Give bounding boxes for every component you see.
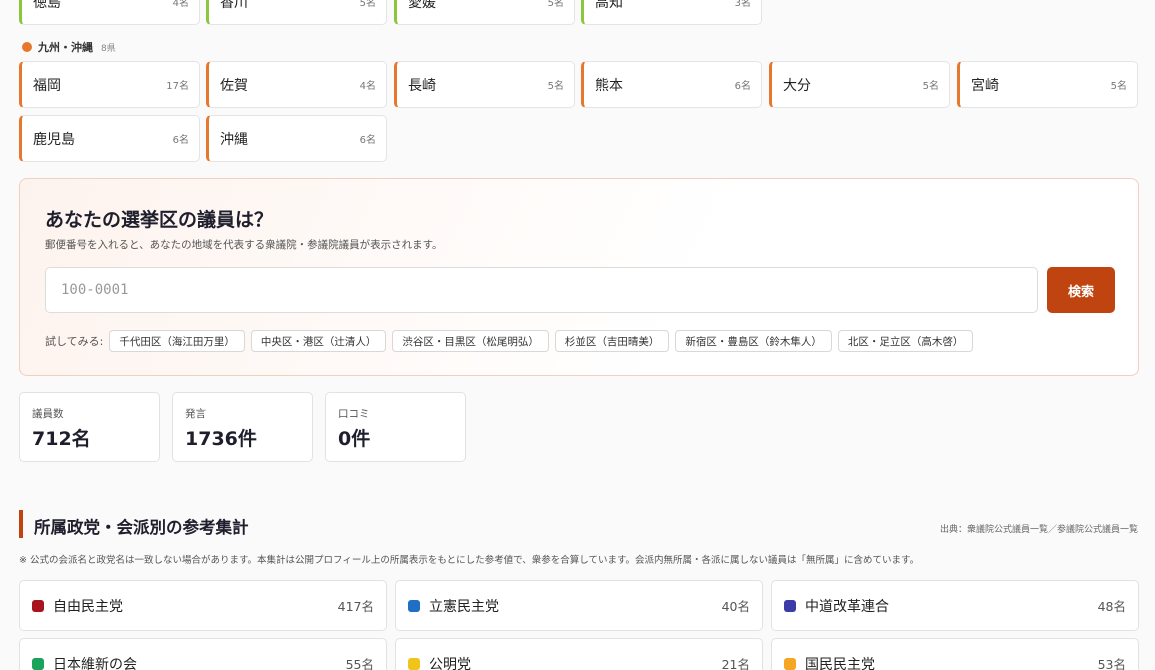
section-source: 出典：衆議院公式議員一覧／参議院公式議員一覧	[939, 525, 1138, 535]
region-count: 8県	[101, 43, 116, 54]
party-color-icon	[784, 599, 796, 612]
party-card-ldp[interactable]: 自由民主党 417名	[19, 580, 387, 631]
stat-card-reviews: 口コミ 0件	[325, 392, 466, 462]
prefecture-count: 5名	[547, 0, 564, 9]
prefecture-card-oita[interactable]: 大分 5名	[769, 61, 950, 108]
prefecture-count: 5名	[1110, 81, 1127, 92]
district-search-panel: あなたの選挙区の議員は？ 郵便番号を入れると、あなたの地域を代表する衆議院・参議…	[19, 178, 1139, 376]
prefecture-card-tokushima[interactable]: 徳島 4名	[19, 0, 200, 25]
party-name: 自由民主党	[53, 598, 123, 615]
section-accent-bar	[19, 510, 23, 538]
party-count: 48名	[1097, 599, 1126, 614]
try-chip-chuo-minato[interactable]: 中央区・港区（辻清人）	[250, 330, 387, 352]
prefecture-card-saga[interactable]: 佐賀 4名	[206, 61, 387, 108]
prefecture-name: 大分	[783, 77, 811, 94]
stat-value: 0件	[338, 428, 371, 450]
prefecture-card-ehime[interactable]: 愛媛 5名	[394, 0, 575, 25]
party-count: 40名	[721, 599, 750, 614]
stat-card-speeches: 発言 1736件	[172, 392, 313, 462]
stat-label: 口コミ	[338, 408, 370, 420]
search-description: 郵便番号を入れると、あなたの地域を代表する衆議院・参議院議員が表示されます。	[45, 239, 443, 251]
party-color-icon	[408, 657, 420, 670]
prefecture-card-kagoshima[interactable]: 鹿児島 6名	[19, 115, 200, 162]
try-chip-chiyoda[interactable]: 千代田区（海江田万里）	[109, 330, 245, 352]
prefecture-name: 福岡	[33, 77, 61, 94]
prefecture-card-miyazaki[interactable]: 宮崎 5名	[957, 61, 1138, 108]
prefecture-count: 3名	[734, 0, 751, 9]
prefecture-name: 高知	[595, 0, 623, 11]
prefecture-count: 4名	[359, 81, 376, 92]
party-name: 国民民主党	[805, 656, 875, 670]
postal-code-input[interactable]	[45, 267, 1038, 313]
party-color-icon	[784, 657, 796, 670]
stat-label: 議員数	[32, 408, 64, 420]
stat-value: 712名	[32, 428, 91, 450]
party-name: 立憲民主党	[429, 598, 499, 615]
prefecture-name: 佐賀	[220, 77, 248, 94]
region-dot-icon	[22, 42, 32, 52]
prefecture-card-okinawa[interactable]: 沖縄 6名	[206, 115, 387, 162]
prefecture-name: 沖縄	[220, 131, 248, 148]
prefecture-name: 鹿児島	[33, 131, 75, 148]
prefecture-count: 5名	[547, 81, 564, 92]
try-chip-suginami[interactable]: 杉並区（吉田晴美）	[554, 330, 670, 352]
section-note: ※ 公式の会派名と政党名は一致しない場合があります。本集計は公開プロフィール上の…	[19, 555, 920, 566]
region-name: 九州・沖縄	[38, 41, 93, 54]
party-card-dpfp[interactable]: 国民民主党 53名	[771, 638, 1139, 670]
party-count: 53名	[1097, 657, 1126, 670]
prefecture-count: 6名	[172, 135, 189, 146]
search-title: あなたの選挙区の議員は？	[45, 209, 274, 231]
party-card-ishin[interactable]: 日本維新の会 55名	[19, 638, 387, 670]
party-color-icon	[32, 657, 44, 670]
party-name: 中道改革連合	[805, 598, 889, 615]
prefecture-name: 熊本	[595, 77, 623, 94]
stat-card-members: 議員数 712名	[19, 392, 160, 462]
prefecture-count: 6名	[734, 81, 751, 92]
party-color-icon	[408, 599, 420, 612]
prefecture-count: 5名	[922, 81, 939, 92]
prefecture-count: 6名	[359, 135, 376, 146]
prefecture-card-fukuoka[interactable]: 福岡 17名	[19, 61, 200, 108]
prefecture-name: 徳島	[33, 0, 61, 11]
party-count: 417名	[337, 599, 374, 614]
stat-label: 発言	[185, 408, 206, 420]
region-header-kyushu: 九州・沖縄 8県	[22, 39, 116, 55]
try-chip-kita-adachi[interactable]: 北区・足立区（高木啓）	[837, 330, 974, 352]
party-card-komeito[interactable]: 公明党 21名	[395, 638, 763, 670]
party-card-chudo[interactable]: 中道改革連合 48名	[771, 580, 1139, 631]
prefecture-name: 宮崎	[971, 77, 999, 94]
party-color-icon	[32, 599, 44, 612]
try-chip-shinjuku-toshima[interactable]: 新宿区・豊島区（鈴木隼人）	[675, 330, 832, 352]
section-title: 所属政党・会派別の参考集計	[34, 518, 249, 537]
try-chip-shibuya-meguro[interactable]: 渋谷区・目黒区（松尾明弘）	[392, 330, 549, 352]
search-button[interactable]: 検索	[1047, 267, 1115, 313]
prefecture-count: 4名	[172, 0, 189, 9]
prefecture-card-kagawa[interactable]: 香川 5名	[206, 0, 387, 25]
prefecture-card-kumamoto[interactable]: 熊本 6名	[581, 61, 762, 108]
try-label: 試してみる:	[45, 335, 104, 348]
prefecture-count: 5名	[359, 0, 376, 9]
party-name: 公明党	[429, 656, 471, 670]
stat-value: 1736件	[185, 428, 257, 450]
party-count: 21名	[721, 657, 750, 670]
prefecture-card-nagasaki[interactable]: 長崎 5名	[394, 61, 575, 108]
prefecture-name: 長崎	[408, 77, 436, 94]
party-name: 日本維新の会	[53, 656, 137, 670]
prefecture-name: 香川	[220, 0, 248, 11]
party-count: 55名	[345, 657, 374, 670]
prefecture-count: 17名	[166, 81, 189, 92]
party-card-cdp[interactable]: 立憲民主党 40名	[395, 580, 763, 631]
prefecture-card-kochi[interactable]: 高知 3名	[581, 0, 762, 25]
try-examples-row: 試してみる: 千代田区（海江田万里） 中央区・港区（辻清人） 渋谷区・目黒区（松…	[45, 330, 974, 352]
prefecture-name: 愛媛	[408, 0, 436, 11]
